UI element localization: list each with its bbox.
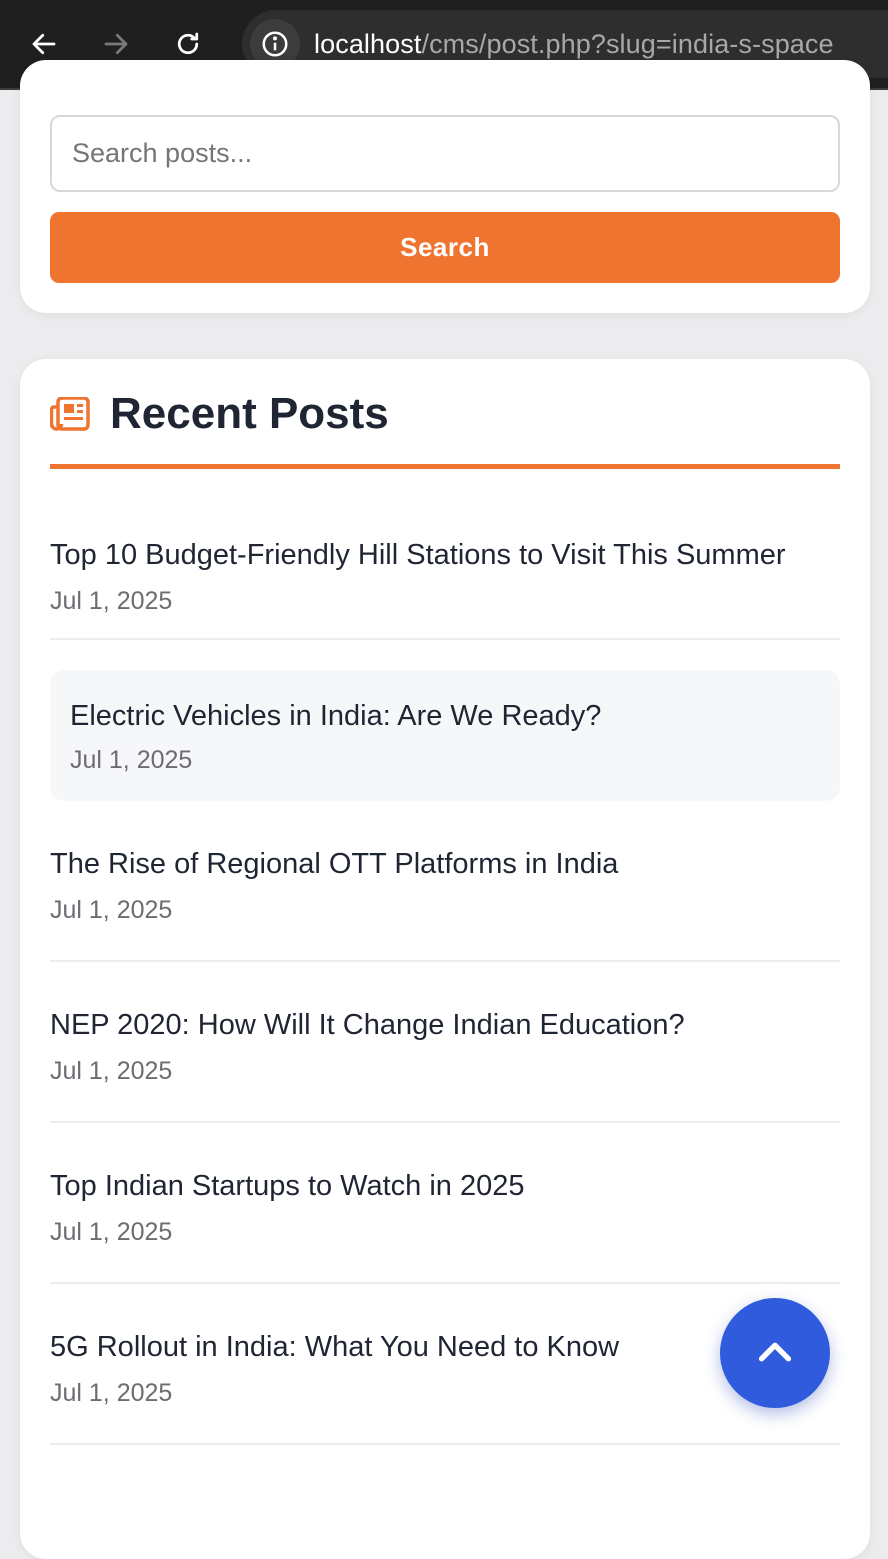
url-text[interactable]: localhost/cms/post.php?slug=india-s-spac… <box>314 29 834 60</box>
search-widget: Search <box>20 60 870 313</box>
search-button[interactable]: Search <box>50 212 840 283</box>
post-item[interactable]: Top Indian Startups to Watch in 2025 Jul… <box>50 1123 840 1284</box>
post-date: Jul 1, 2025 <box>50 587 173 615</box>
post-date: Jul 1, 2025 <box>50 1379 173 1407</box>
info-icon <box>262 31 288 57</box>
post-date: Jul 1, 2025 <box>50 896 173 924</box>
post-item[interactable]: Electric Vehicles in India: Are We Ready… <box>50 670 840 801</box>
post-list: Top 10 Budget-Friendly Hill Stations to … <box>50 509 840 1445</box>
arrow-right-icon <box>104 33 128 55</box>
newspaper-icon <box>50 397 90 431</box>
post-title[interactable]: The Rise of Regional OTT Platforms in In… <box>50 848 618 881</box>
chevron-up-icon <box>758 1342 792 1362</box>
post-title[interactable]: Top 10 Budget-Friendly Hill Stations to … <box>50 539 786 572</box>
post-title[interactable]: Electric Vehicles in India: Are We Ready… <box>70 700 601 733</box>
recent-posts-title: Recent Posts <box>110 389 389 438</box>
post-date: Jul 1, 2025 <box>50 1218 173 1246</box>
post-title[interactable]: 5G Rollout in India: What You Need to Kn… <box>50 1331 619 1364</box>
post-date: Jul 1, 2025 <box>70 746 193 774</box>
post-item[interactable]: Top 10 Budget-Friendly Hill Stations to … <box>50 509 840 640</box>
arrow-left-icon <box>32 33 56 55</box>
scroll-to-top-button[interactable] <box>720 1298 830 1408</box>
recent-posts-header: Recent Posts <box>50 389 840 469</box>
post-title[interactable]: Top Indian Startups to Watch in 2025 <box>50 1170 525 1203</box>
reload-icon <box>177 32 199 55</box>
url-path: /cms/post.php?slug=india-s-space <box>421 28 834 59</box>
post-item[interactable]: NEP 2020: How Will It Change Indian Educ… <box>50 962 840 1123</box>
url-host: localhost <box>314 28 422 59</box>
search-input[interactable] <box>50 115 840 192</box>
post-item[interactable]: The Rise of Regional OTT Platforms in In… <box>50 801 840 962</box>
post-date: Jul 1, 2025 <box>50 1057 173 1085</box>
post-title[interactable]: NEP 2020: How Will It Change Indian Educ… <box>50 1009 685 1042</box>
